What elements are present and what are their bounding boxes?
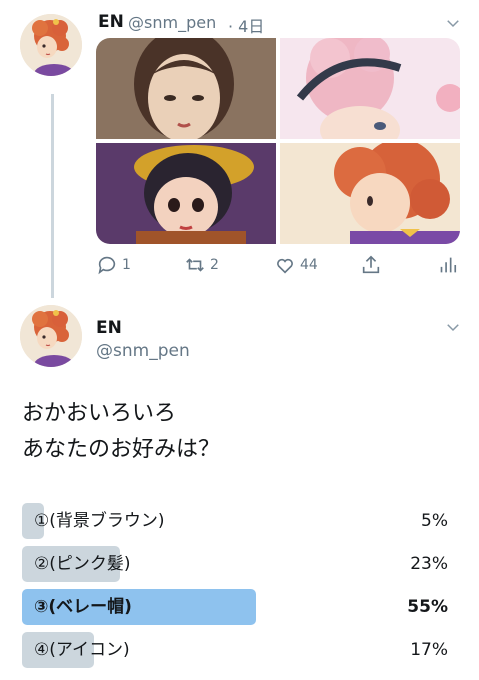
thread-line [51,94,54,298]
poll-option: ③(ベレー帽) 55% [22,589,448,625]
author-handle[interactable]: @snm_pen [96,341,190,361]
share-icon [362,255,380,274]
media-image-pink-hair[interactable] [280,38,460,139]
retweet-count: 2 [210,257,219,273]
tweet-text-line-2: あなたのお好みは？ [22,437,221,462]
poll-option-label: ②(ピンク髪) [34,554,131,574]
poll-option-label: ①(背景ブラウン) [34,511,165,531]
reply-count: 1 [122,257,131,273]
retweet-icon [186,258,204,272]
tweet-text-line-1: おかおいろいろ [22,401,177,426]
analytics-button[interactable] [436,254,458,276]
retweet-button[interactable]: 2 [184,254,219,276]
share-button[interactable] [360,254,382,276]
media-image-red-hair[interactable] [280,143,460,244]
chevron-down-icon[interactable] [444,14,462,36]
tweet-timestamp[interactable]: · 4日 [228,13,264,37]
author-name[interactable]: EN [96,318,122,338]
poll-option-percent: 23% [410,554,448,574]
poll-option-percent: 55% [407,597,448,617]
author-handle[interactable]: @snm_pen [128,13,216,32]
media-image-beret[interactable] [96,143,276,244]
poll-option-label: ④(アイコン) [34,640,130,660]
poll-option-percent: 17% [410,640,448,660]
poll-option-percent: 5% [421,511,448,531]
avatar[interactable] [20,305,82,367]
reply-icon [98,256,116,275]
author-name[interactable]: EN [98,12,124,32]
poll-option: ①(背景ブラウン) 5% [22,503,448,539]
poll-option: ④(アイコン) 17% [22,632,448,668]
media-image-brown-portrait[interactable] [96,38,276,139]
poll-option: ②(ピンク髪) 23% [22,546,448,582]
tweet-text: おかおいろいろ あなたのお好みは？ [22,396,220,468]
heart-icon [277,258,293,274]
avatar[interactable] [20,14,82,76]
media-grid[interactable] [96,38,460,244]
analytics-icon [440,257,457,273]
like-button[interactable]: 44 [274,254,318,276]
avatar-illustration [20,305,82,367]
reply-button[interactable]: 1 [96,254,131,276]
chevron-down-icon[interactable] [444,318,462,340]
avatar-illustration [20,14,82,76]
poll-option-label: ③(ベレー帽) [34,597,132,617]
like-count: 44 [300,257,318,273]
tweet-actions: 1 2 44 [96,254,460,282]
